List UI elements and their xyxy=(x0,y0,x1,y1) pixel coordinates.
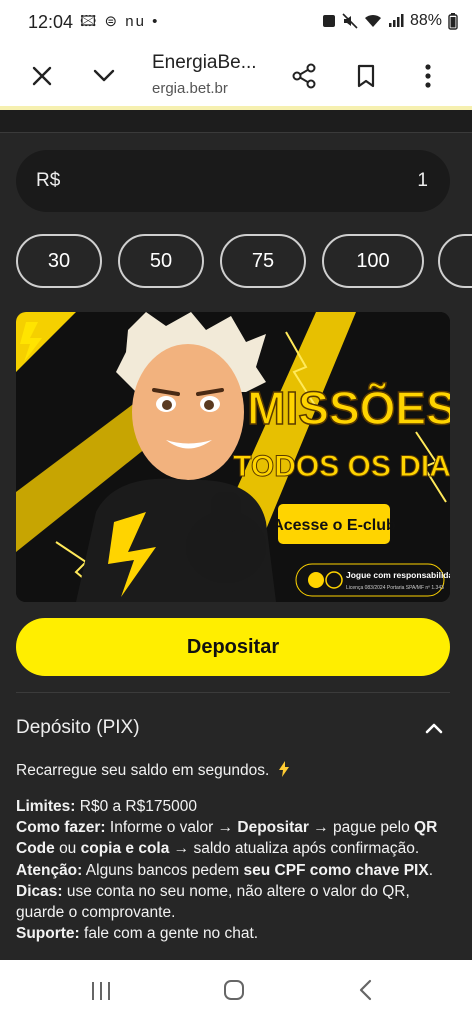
minimize-button[interactable] xyxy=(84,56,124,96)
status-right: 88% xyxy=(322,12,458,30)
recent-apps-icon[interactable] xyxy=(90,980,112,1002)
back-icon[interactable] xyxy=(356,978,376,1002)
badge-icon xyxy=(308,572,324,588)
page-url: ergia.bet.br xyxy=(152,80,228,97)
how-text-6: copia e cola xyxy=(80,840,170,857)
support-label: Suporte: xyxy=(16,925,80,942)
chevron-up-icon[interactable] xyxy=(422,716,446,740)
responsible-text: Jogue com responsabilidade xyxy=(346,570,450,580)
lightning-icon xyxy=(278,761,289,777)
quick-amount-chip[interactable]: 75 xyxy=(220,234,306,288)
attention-text-2: seu CPF como chave PIX xyxy=(243,862,429,879)
attention-line: Atenção: Alguns bancos pedem seu CPF com… xyxy=(16,860,456,881)
status-bar: 12:04 🖾 ⊜ nu • 88% xyxy=(0,0,472,44)
intro-text: Recarregue seu saldo em segundos. xyxy=(16,762,270,779)
more-vertical-icon xyxy=(425,64,431,88)
dnd-icon xyxy=(322,15,335,27)
banner-headline-1: MISSÕES xyxy=(247,382,450,434)
attention-label: Atenção: xyxy=(16,862,83,879)
battery-icon xyxy=(448,12,458,30)
bookmark-button[interactable] xyxy=(346,56,386,96)
limits-line: Limites: R$0 a R$175000 xyxy=(16,796,456,817)
status-time: 12:04 xyxy=(28,12,74,32)
quick-amounts: 30 50 75 100 xyxy=(16,234,472,290)
tips-value: use conta no seu nome, não altere o valo… xyxy=(16,883,410,921)
banner-headline-2: TODOS OS DIAS xyxy=(233,450,450,483)
more-options-button[interactable] xyxy=(408,56,448,96)
share-button[interactable] xyxy=(284,56,324,96)
quick-amount-chip[interactable]: 30 xyxy=(16,234,102,288)
share-icon xyxy=(292,63,316,89)
support-value: fale com a gente no chat. xyxy=(84,925,259,942)
battery-text: 88% xyxy=(409,12,442,29)
how-text-7: → saldo atualiza após confirmação. xyxy=(173,840,420,857)
limits-value: R$0 a R$175000 xyxy=(79,798,197,815)
bookmark-icon xyxy=(357,64,375,88)
close-icon xyxy=(32,66,52,86)
tips-line: Dicas: use conta no seu nome, não altere… xyxy=(16,881,456,923)
page-title: EnergiaBe... xyxy=(152,52,257,73)
banner-artwork: MISSÕES TODOS OS DIAS Acesse o E-club Jo… xyxy=(16,312,450,602)
notification-icons: 🖾 ⊜ nu • xyxy=(80,13,160,30)
close-button[interactable] xyxy=(22,56,62,96)
how-label: Como fazer: xyxy=(16,819,106,836)
tips-label: Dicas: xyxy=(16,883,63,900)
banner-cta-text: Acesse o E-club xyxy=(272,517,396,534)
accordion-title[interactable]: Depósito (PIX) xyxy=(16,717,140,739)
page-header-strip xyxy=(0,110,472,133)
how-text-1: Informe o valor → xyxy=(109,819,234,836)
promo-banner[interactable]: MISSÕES TODOS OS DIAS Acesse o E-club Jo… xyxy=(16,312,450,602)
how-text-3: → pague pelo xyxy=(313,819,410,836)
quick-amount-chip-partial[interactable] xyxy=(438,234,472,288)
currency-label: R$ xyxy=(36,170,61,191)
how-text-5: ou xyxy=(59,840,77,857)
wifi-icon xyxy=(364,14,381,27)
amount-input[interactable]: R$ 1 xyxy=(16,150,450,212)
support-line: Suporte: fale com a gente no chat. xyxy=(16,923,456,944)
attention-text-3: . xyxy=(428,862,434,879)
home-icon[interactable] xyxy=(222,978,246,1002)
quick-amount-chip[interactable]: 50 xyxy=(118,234,204,288)
how-text-2: Depositar xyxy=(237,819,309,836)
limits-label: Limites: xyxy=(16,798,76,815)
quick-amount-chip[interactable]: 100 xyxy=(322,234,424,288)
browser-toolbar: EnergiaBe... ergia.bet.br xyxy=(0,44,472,108)
system-nav-bar xyxy=(0,960,472,1024)
deposit-button[interactable]: Depositar xyxy=(16,618,450,676)
section-divider xyxy=(16,692,450,693)
amount-value: 1 xyxy=(417,170,428,191)
accordion-intro: Recarregue seu saldo em segundos. xyxy=(16,760,456,781)
how-to-line: Como fazer: Informe o valor → Depositar … xyxy=(16,817,456,859)
attention-text-1: Alguns bancos pedem xyxy=(85,862,240,879)
signal-icon xyxy=(388,14,404,27)
mute-icon xyxy=(342,13,358,29)
license-text: Licença 083/2024 Portaria SPA/MF nº 1.34… xyxy=(346,585,444,591)
chevron-down-icon xyxy=(93,69,115,82)
